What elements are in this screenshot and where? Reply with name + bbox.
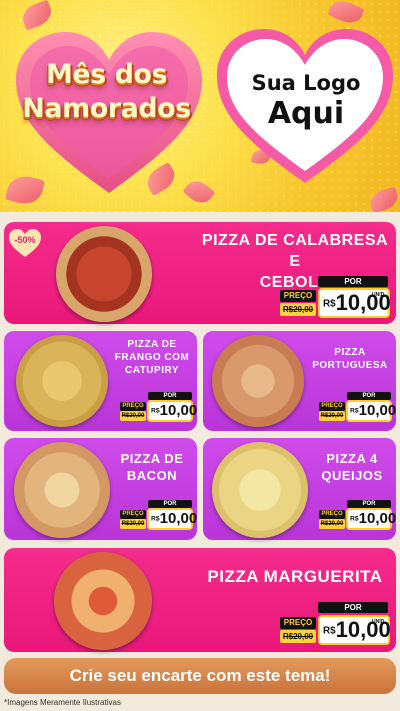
unit-label: UNID [372,619,385,625]
currency-symbol: R$ [323,298,336,310]
pizza-image-marguerita [54,552,152,650]
current-price: R$10,00 [147,508,197,530]
logo-line-2: Aqui [267,96,345,131]
page-title: Mês dos Namorados [14,58,199,126]
title-line-1: Mês dos [45,59,168,90]
product-name-bacon: PIZZA DE BACON [108,450,196,484]
price-por-label: POR [318,276,388,287]
title-line-2: Namorados [22,93,191,124]
product-name-line: PIZZA DE [120,451,184,466]
pizza-image-frango [16,335,108,427]
product-name-line: BACON [126,468,178,483]
currency-symbol: R$ [350,515,359,523]
header-banner: Mês dos Namorados Sua Logo Aqui [0,0,400,212]
pizza-image-4-queijos [212,442,308,538]
price-preco-label: PREÇO [120,510,146,519]
logo-placeholder: Sua Logo Aqui [226,70,386,132]
discount-badge: -50% [8,228,42,258]
pizza-image-portuguesa [212,335,304,427]
product-name-portuguesa: PIZZA PORTUGUESA [306,346,394,372]
product-name-line: PIZZA 4 [326,451,378,466]
current-price: R$10,00 [346,400,396,422]
logo-line-1: Sua Logo [251,71,361,95]
price-preco-label: PREÇO [120,402,146,411]
currency-symbol: R$ [350,407,359,415]
product-name-line: PIZZA MARGUERITA [207,567,383,586]
current-price: R$10,00 [147,400,197,422]
price-value: 10,00 [159,510,198,527]
product-name-4-queijos: PIZZA 4 QUEIJOS [308,450,396,484]
price-por-label: POR [148,392,192,400]
discount-badge-label: -50% [14,235,36,245]
product-name-line: PIZZA DE CALABRESA E [201,232,389,270]
price-preco-label: PREÇO [280,290,316,302]
product-name-marguerita: PIZZA MARGUERITA [198,566,392,588]
currency-symbol: R$ [323,625,336,637]
old-price: R$20,00 [319,519,345,529]
price-por-label: POR [148,500,192,508]
old-price: R$20,00 [280,630,316,643]
unit-label: UNID [372,292,385,298]
product-name-line: CATUPIRY [125,365,179,376]
pizza-image-calabresa [56,226,152,322]
pizza-image-bacon [14,442,110,538]
currency-symbol: R$ [151,407,160,415]
price-value: 10,00 [358,402,397,419]
product-name-line: FRANGO COM [114,352,190,363]
old-price: R$20,00 [120,519,146,529]
disclaimer-text: *Imagens Meramente Ilustrativas [4,698,121,707]
price-value: 10,00 [358,510,397,527]
currency-symbol: R$ [151,515,160,523]
product-name-line: PIZZA DE [127,339,177,350]
product-name-line: PORTUGUESA [312,360,388,371]
old-price: R$20,00 [280,303,316,316]
old-price: R$20,00 [120,411,146,421]
price-por-label: POR [318,602,388,613]
old-price: R$20,00 [319,411,345,421]
create-flyer-button[interactable]: Crie seu encarte com este tema! [4,658,396,694]
product-name-line: QUEIJOS [321,468,383,483]
price-preco-label: PREÇO [319,510,345,519]
price-preco-label: PREÇO [319,402,345,411]
product-name-frango: PIZZA DE FRANGO COM CATUPIRY [108,338,196,377]
price-preco-label: PREÇO [280,617,316,629]
price-por-label: POR [347,500,391,508]
product-name-line: PIZZA [334,347,366,358]
current-price: R$10,00 [346,508,396,530]
price-value: 10,00 [159,402,198,419]
price-por-label: POR [347,392,391,400]
